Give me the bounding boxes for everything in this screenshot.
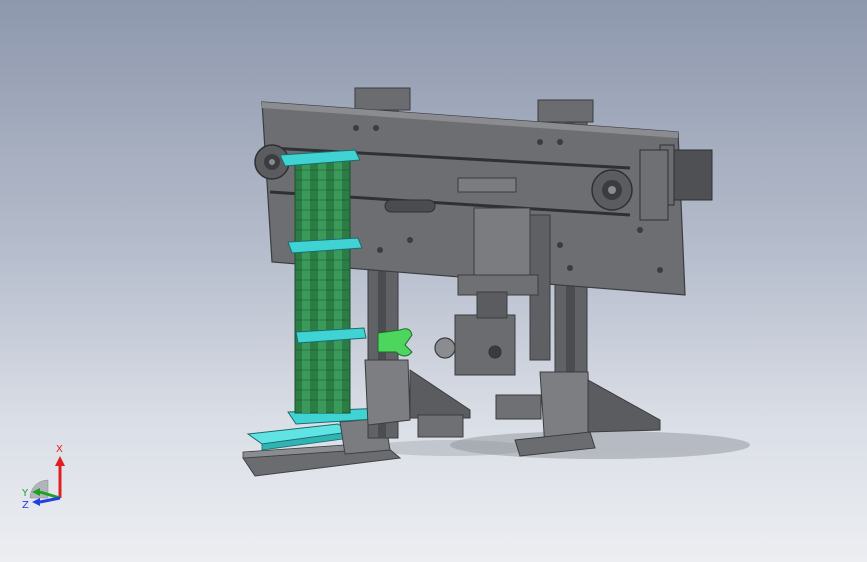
- left-gusset: [409, 369, 471, 419]
- spring-column[interactable]: [294, 154, 351, 414]
- z-axis-line: [39, 496, 61, 504]
- z-axis-label: Z: [22, 500, 29, 510]
- cad-model-view[interactable]: [0, 0, 867, 562]
- gearbox-shaft: [488, 345, 502, 359]
- right-motor-bracket: [639, 149, 669, 221]
- left-foot-bracket[interactable]: [364, 359, 411, 426]
- y-axis-label: Y: [21, 488, 29, 499]
- green-gripper[interactable]: [377, 328, 413, 357]
- z-axis-arrow: [32, 498, 40, 506]
- coordinate-triad[interactable]: X Y Z: [18, 440, 78, 510]
- center-carriage[interactable]: [473, 207, 531, 284]
- right-upright-cap: [537, 99, 594, 123]
- x-axis-arrow: [55, 456, 65, 466]
- center-motor-body[interactable]: [476, 291, 508, 319]
- right-pulley[interactable]: [591, 169, 633, 211]
- left-upright-cap: [354, 87, 411, 111]
- beam-slot: [384, 199, 436, 213]
- foot-block-1[interactable]: [417, 414, 464, 438]
- center-gearbox[interactable]: [454, 314, 516, 376]
- beam-clamp-block[interactable]: [457, 177, 517, 193]
- 3d-viewport[interactable]: X Y Z: [0, 0, 867, 562]
- gear-coupling[interactable]: [434, 337, 456, 359]
- right-drive-motor[interactable]: [669, 149, 713, 201]
- foot-block-2[interactable]: [495, 394, 542, 420]
- right-gusset: [587, 379, 661, 433]
- x-axis-label: X: [56, 444, 63, 455]
